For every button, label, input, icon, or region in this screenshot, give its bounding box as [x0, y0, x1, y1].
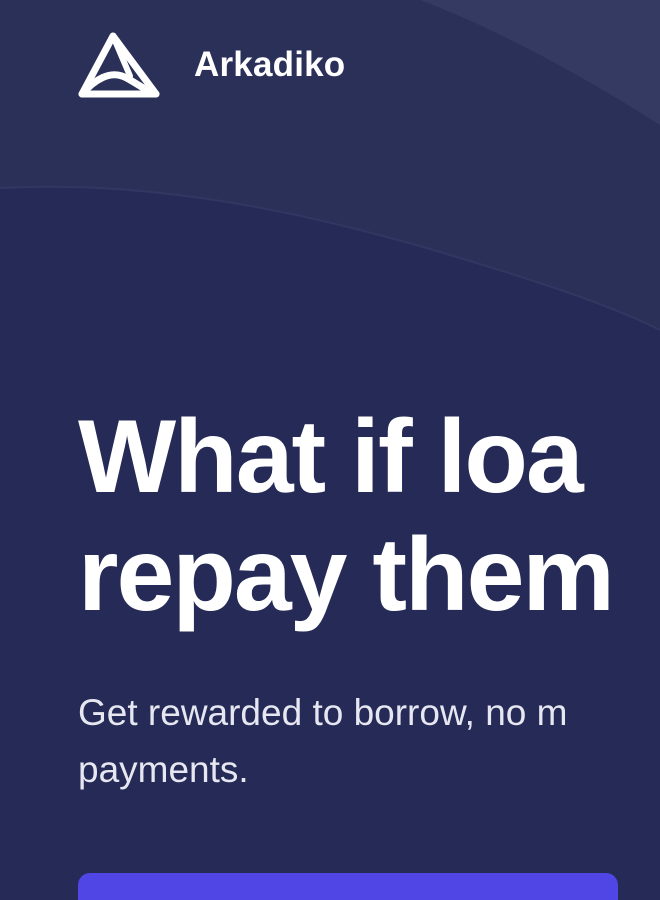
hero-subtitle-line-2: payments.	[78, 749, 249, 790]
hero-title: What if loa repay them	[78, 398, 660, 634]
brand-logo[interactable]: Arkadiko	[78, 32, 345, 98]
arkadiko-logo-icon	[78, 32, 160, 98]
hero-title-line-1: What if loa	[78, 399, 584, 515]
cta-button[interactable]	[78, 873, 618, 900]
hero-title-line-2: repay them	[78, 517, 615, 633]
hero-subtitle-line-1: Get rewarded to borrow, no m	[78, 692, 568, 733]
brand-name: Arkadiko	[194, 44, 346, 84]
landing-page: Arkadiko What if loa repay them Get rewa…	[0, 0, 660, 900]
hero-subtitle: Get rewarded to borrow, no m payments.	[78, 684, 660, 798]
